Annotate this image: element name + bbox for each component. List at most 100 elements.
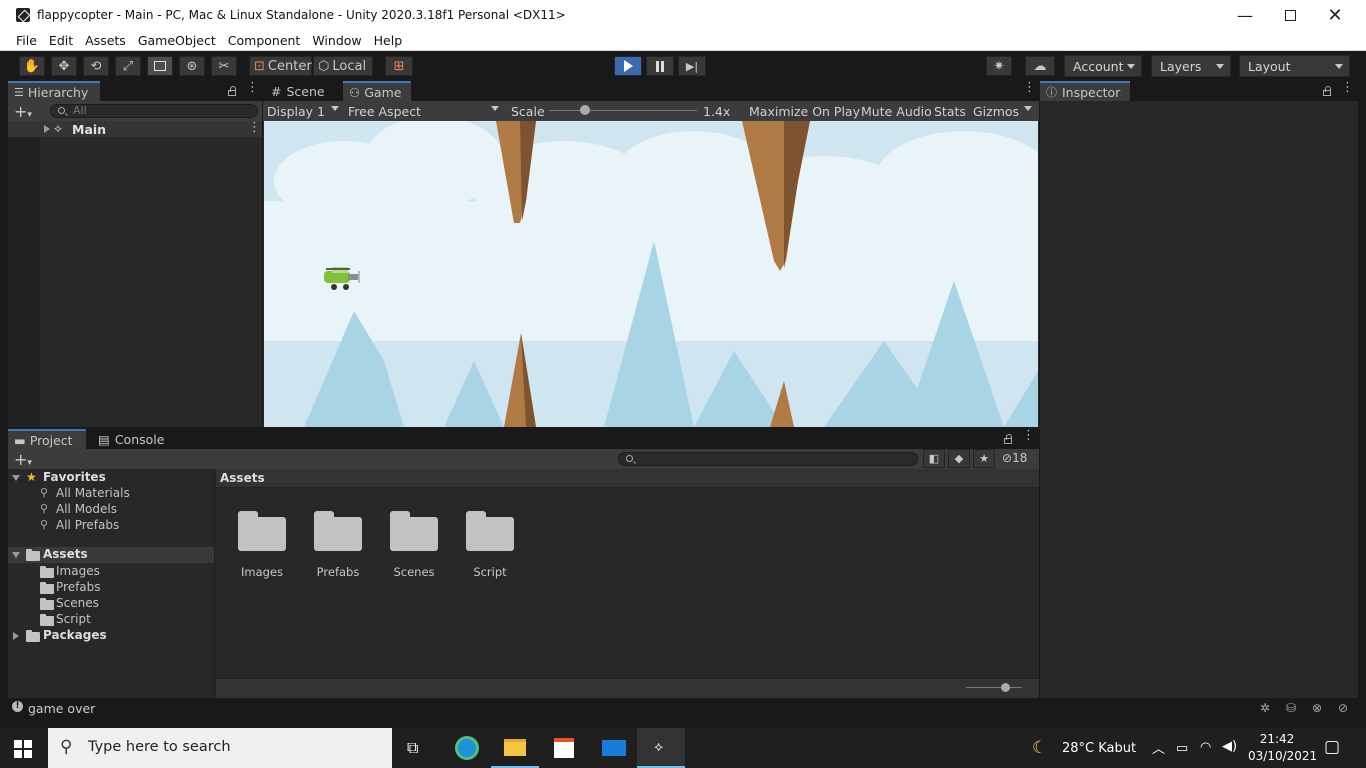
maximize-button[interactable] (1267, 0, 1313, 30)
step-button[interactable]: ▶| (678, 56, 706, 76)
expand-arrow-icon[interactable] (44, 125, 50, 133)
asset-folder-label[interactable]: Images (227, 565, 297, 579)
lock-icon[interactable] (1004, 434, 1012, 444)
account-dropdown[interactable]: Account (1064, 55, 1142, 77)
menu-component[interactable]: Component (222, 33, 307, 48)
custom-tool-button[interactable]: ✂ (211, 56, 237, 76)
scale-slider-track[interactable] (549, 110, 697, 111)
battery-icon[interactable]: ▭ (1176, 741, 1188, 756)
progress-icon[interactable]: ⊗ (1312, 701, 1322, 715)
tree-item-folder[interactable]: Prefabs (56, 580, 101, 594)
tab-hierarchy[interactable]: ☰ Hierarchy (8, 81, 100, 101)
favorite-item[interactable]: All Models (56, 502, 117, 516)
favorite-button[interactable]: ★ (973, 449, 995, 468)
transform-tool-button[interactable]: ⊛ (179, 56, 205, 76)
menu-edit[interactable]: Edit (43, 33, 79, 48)
menu-assets[interactable]: Assets (79, 33, 132, 48)
task-view-button[interactable]: ⧉ (392, 728, 440, 768)
rotate-tool-button[interactable]: ⟲ (83, 56, 109, 76)
tab-project[interactable]: ▬ Project (8, 429, 86, 449)
aspect-dropdown[interactable]: Free Aspect (348, 104, 421, 119)
edge-app-button[interactable] (443, 728, 491, 768)
scale-slider-thumb[interactable] (579, 105, 590, 115)
folder-icon[interactable] (314, 511, 362, 551)
folder-icon[interactable] (390, 511, 438, 551)
menu-file[interactable]: File (10, 33, 43, 48)
status-message[interactable]: game over (28, 701, 95, 716)
volume-icon[interactable]: ◀) (1222, 739, 1237, 754)
move-tool-button[interactable]: ✥ (51, 56, 77, 76)
debug-icon[interactable]: ✲ (1260, 701, 1270, 715)
services-button[interactable]: ✷ (986, 56, 1012, 76)
menu-help[interactable]: Help (368, 33, 409, 48)
taskbar-search-input[interactable]: ⚲ Type here to search (48, 728, 392, 768)
unity-app-button[interactable]: ⟡ (637, 728, 685, 768)
cache-icon[interactable]: ⛁ (1286, 701, 1296, 715)
minimize-button[interactable]: — (1222, 0, 1268, 30)
mail-app-button[interactable] (590, 728, 638, 768)
store-app-button[interactable] (540, 728, 588, 768)
clock-date[interactable]: 03/10/2021 (1248, 749, 1317, 763)
tab-scene[interactable]: # Scene (265, 81, 337, 101)
file-explorer-button[interactable] (491, 728, 539, 768)
menu-gameobject[interactable]: GameObject (132, 33, 222, 48)
scale-tool-button[interactable]: ⤢ (115, 56, 141, 76)
maximize-on-play-toggle[interactable]: Maximize On Play (749, 104, 860, 119)
more-options-icon[interactable]: ⋮ (246, 81, 259, 94)
mute-audio-toggle[interactable]: Mute Audio (861, 104, 932, 119)
cloud-button[interactable]: ☁ (1025, 56, 1055, 76)
filter-by-type-button[interactable]: ◧ (923, 449, 945, 468)
project-search-input[interactable] (618, 452, 918, 466)
weather-text[interactable]: 28°C Kabut (1062, 741, 1136, 756)
pause-button[interactable] (646, 56, 674, 76)
filter-by-label-button[interactable]: ◆ (948, 449, 970, 468)
asset-folder-label[interactable]: Prefabs (303, 565, 373, 579)
stats-toggle[interactable]: Stats (934, 104, 966, 119)
folder-icon[interactable] (466, 511, 514, 551)
more-options-icon[interactable]: ⋮ (1341, 81, 1354, 94)
tab-inspector[interactable]: ⓘ Inspector (1040, 81, 1130, 101)
check-icon[interactable]: ⊘ (1338, 701, 1348, 715)
hand-tool-button[interactable]: ✋ (19, 56, 45, 76)
rect-tool-button[interactable] (147, 56, 173, 76)
chevron-up-icon[interactable]: ︿ (1152, 738, 1165, 757)
pivot-center-toggle[interactable]: ⊡ Center (249, 56, 312, 76)
layers-dropdown[interactable]: Layers (1151, 55, 1231, 77)
more-options-icon[interactable]: ⋮ (1023, 81, 1036, 94)
tree-row-assets[interactable]: Assets (8, 547, 214, 563)
icon-size-slider-thumb[interactable] (1001, 683, 1010, 692)
folder-icon[interactable] (238, 511, 286, 551)
create-asset-button[interactable]: +▾ (14, 450, 32, 469)
tree-item-folder[interactable]: Scenes (56, 596, 99, 610)
tab-console[interactable]: ▤ Console (92, 429, 172, 449)
game-viewport[interactable] (264, 121, 1038, 427)
tab-game[interactable]: ⚇ Game (343, 81, 411, 101)
asset-folder-label[interactable]: Scenes (379, 565, 449, 579)
packages-tree-label[interactable]: Packages (43, 628, 107, 642)
display-dropdown[interactable]: Display 1 (267, 104, 325, 119)
wifi-icon[interactable]: ◠ (1200, 740, 1211, 755)
more-options-icon[interactable]: ⋮ (248, 121, 261, 134)
tree-item-folder[interactable]: Images (56, 564, 100, 578)
windows-start-icon[interactable] (14, 740, 32, 758)
grid-snap-button[interactable]: ⊞ (385, 56, 413, 76)
collapse-arrow-icon[interactable] (12, 552, 20, 558)
menu-window[interactable]: Window (306, 33, 367, 48)
hidden-packages-toggle[interactable]: ⊘18 (1002, 451, 1027, 465)
favorite-item[interactable]: All Prefabs (56, 518, 119, 532)
play-button[interactable] (614, 56, 642, 76)
hierarchy-row-main[interactable]: ⟡ Main ⋮ (8, 121, 262, 137)
chevron-down-icon[interactable] (1024, 106, 1032, 111)
notifications-icon[interactable]: ▢ (1324, 737, 1340, 757)
favorites-label[interactable]: Favorites (43, 470, 106, 484)
lock-icon[interactable] (1323, 86, 1331, 96)
create-add-button[interactable]: +▾ (14, 102, 32, 121)
icon-size-slider[interactable] (966, 687, 1022, 688)
asset-folder-label[interactable]: Script (455, 565, 525, 579)
breadcrumb[interactable]: Assets (220, 471, 265, 485)
collapse-arrow-icon[interactable] (12, 475, 20, 481)
expand-arrow-icon[interactable] (13, 632, 19, 640)
more-options-icon[interactable]: ⋮ (1022, 429, 1035, 442)
favorite-item[interactable]: All Materials (56, 486, 130, 500)
tree-item-folder[interactable]: Script (56, 612, 91, 626)
